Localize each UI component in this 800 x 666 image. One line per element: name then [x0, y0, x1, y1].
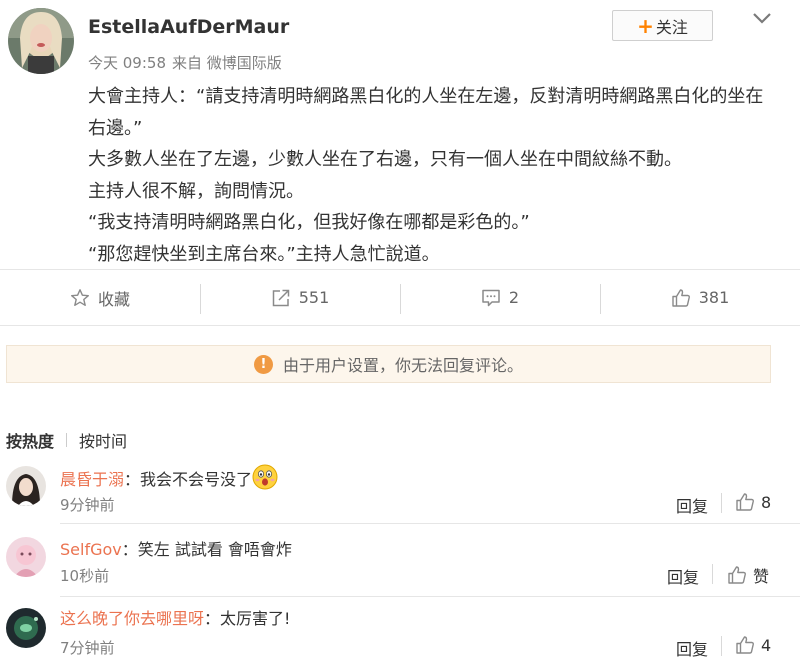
post-meta: 今天 09:58 来自 微博国际版: [88, 52, 282, 73]
comment-content: SelfGov：笑左 試試看 會唔會炸: [60, 536, 292, 560]
comment-colon: ：: [121, 540, 138, 559]
comment-time: 7分钟前: [60, 639, 115, 657]
notice-text: 由于用户设置，你无法回复评论。: [282, 356, 523, 375]
share-icon: [272, 289, 289, 306]
commenter-name[interactable]: 这么晚了你去哪里呀: [60, 609, 204, 628]
commenter-avatar[interactable]: [6, 608, 46, 648]
sort-by-hot-tab[interactable]: 按热度: [6, 428, 54, 452]
favorite-label: 收藏: [97, 289, 130, 309]
comment-action-divider: [721, 636, 722, 656]
post-paragraph: 大多數人坐在了左邊，少數人坐在了右邊，只有一個人坐在中間紋絲不動。: [88, 149, 682, 170]
sort-by-time-tab[interactable]: 按时间: [79, 428, 127, 452]
comment-action-divider: [712, 564, 713, 584]
sort-divider: [66, 433, 68, 447]
comment-text: 太厉害了!: [220, 609, 291, 628]
comment-like-button[interactable]: 4: [735, 635, 771, 655]
comment-button[interactable]: 2: [400, 270, 600, 325]
commenter-avatar[interactable]: [6, 537, 46, 577]
thumbs-up-icon: [736, 493, 754, 511]
reply-button[interactable]: 回复: [676, 636, 708, 660]
comment-content: 这么晚了你去哪里呀：太厉害了!: [60, 605, 290, 629]
post-paragraph: 大會主持人：“請支持清明時網路黑白化的人坐在左邊，反對清明時網路黑白化的坐在右邊…: [88, 86, 764, 139]
comment-item: SelfGov：笑左 試試看 會唔會炸 10秒前 回复 赞: [0, 529, 800, 597]
commenter-name[interactable]: 晨昏于溺: [60, 470, 124, 489]
comment-like-count: 4: [761, 635, 772, 655]
chevron-down-icon: [753, 13, 771, 24]
comment-sort-tabs: 按热度 按时间: [6, 428, 127, 452]
author-name[interactable]: EstellaAufDerMaur: [88, 16, 289, 38]
author-avatar[interactable]: [8, 8, 74, 74]
comment-like-count: 赞: [753, 567, 770, 586]
scared-face-emoji: [252, 464, 278, 494]
comment-colon: ：: [124, 470, 141, 489]
commenter-avatar[interactable]: [6, 466, 46, 506]
like-button[interactable]: 381: [600, 270, 800, 325]
post-paragraph: 主持人很不解，詢問情況。: [88, 180, 304, 202]
favorite-button[interactable]: 收藏: [0, 270, 200, 325]
star-icon: [70, 288, 89, 306]
plus-icon: +: [637, 13, 654, 38]
comment-icon: [482, 289, 500, 306]
follow-button[interactable]: + 关注: [612, 10, 713, 41]
post-time[interactable]: 今天 09:58: [88, 54, 166, 72]
comment-divider: [60, 523, 800, 524]
more-menu-button[interactable]: [749, 8, 775, 28]
comment-item: 这么晚了你去哪里呀：太厉害了! 7分钟前 回复 4: [0, 600, 800, 666]
comment-count: 2: [508, 288, 520, 307]
comment-action-divider: [721, 493, 722, 513]
comment-colon: ：: [204, 609, 221, 628]
comment-text: 笑左 試試看 會唔會炸: [137, 540, 292, 559]
reply-button[interactable]: 回复: [667, 564, 699, 588]
comment-content: 晨昏于溺：我会不会号没了: [60, 464, 278, 494]
comment-like-button[interactable]: 赞: [727, 563, 769, 587]
comment-divider: [60, 596, 800, 597]
like-count: 381: [698, 288, 730, 307]
thumbs-up-icon: [672, 288, 690, 307]
post-body: 大會主持人：“請支持清明時網路黑白化的人坐在左邊，反對清明時網路黑白化的坐在右邊…: [88, 81, 778, 270]
commenter-name[interactable]: SelfGov: [60, 540, 122, 559]
post-paragraph: “我支持清明時網路黑白化，但我好像在哪都是彩色的。”: [88, 212, 530, 233]
comment-item: 晨昏于溺：我会不会号没了 9分钟前 回复 8: [0, 458, 800, 524]
post-paragraph: “那您趕快坐到主席台來。”主持人急忙說道。: [88, 243, 440, 265]
comment-time: 9分钟前: [60, 496, 115, 514]
comment-like-button[interactable]: 8: [735, 492, 771, 512]
reply-button[interactable]: 回复: [676, 493, 708, 517]
repost-button[interactable]: 551: [200, 270, 400, 325]
reply-disabled-notice: ! 由于用户设置，你无法回复评论。: [6, 345, 771, 383]
thumbs-up-icon: [728, 566, 746, 584]
warning-icon: !: [253, 354, 273, 374]
action-bar: 收藏 551 2 381: [0, 269, 800, 326]
thumbs-up-icon: [736, 636, 754, 654]
repost-count: 551: [298, 288, 330, 307]
follow-label: 关注: [655, 17, 688, 37]
comment-like-count: 8: [761, 492, 772, 512]
post-source: 来自 微博国际版: [172, 54, 282, 72]
comment-text: 我会不会号没了: [140, 470, 253, 489]
comment-time: 10秒前: [60, 567, 110, 585]
